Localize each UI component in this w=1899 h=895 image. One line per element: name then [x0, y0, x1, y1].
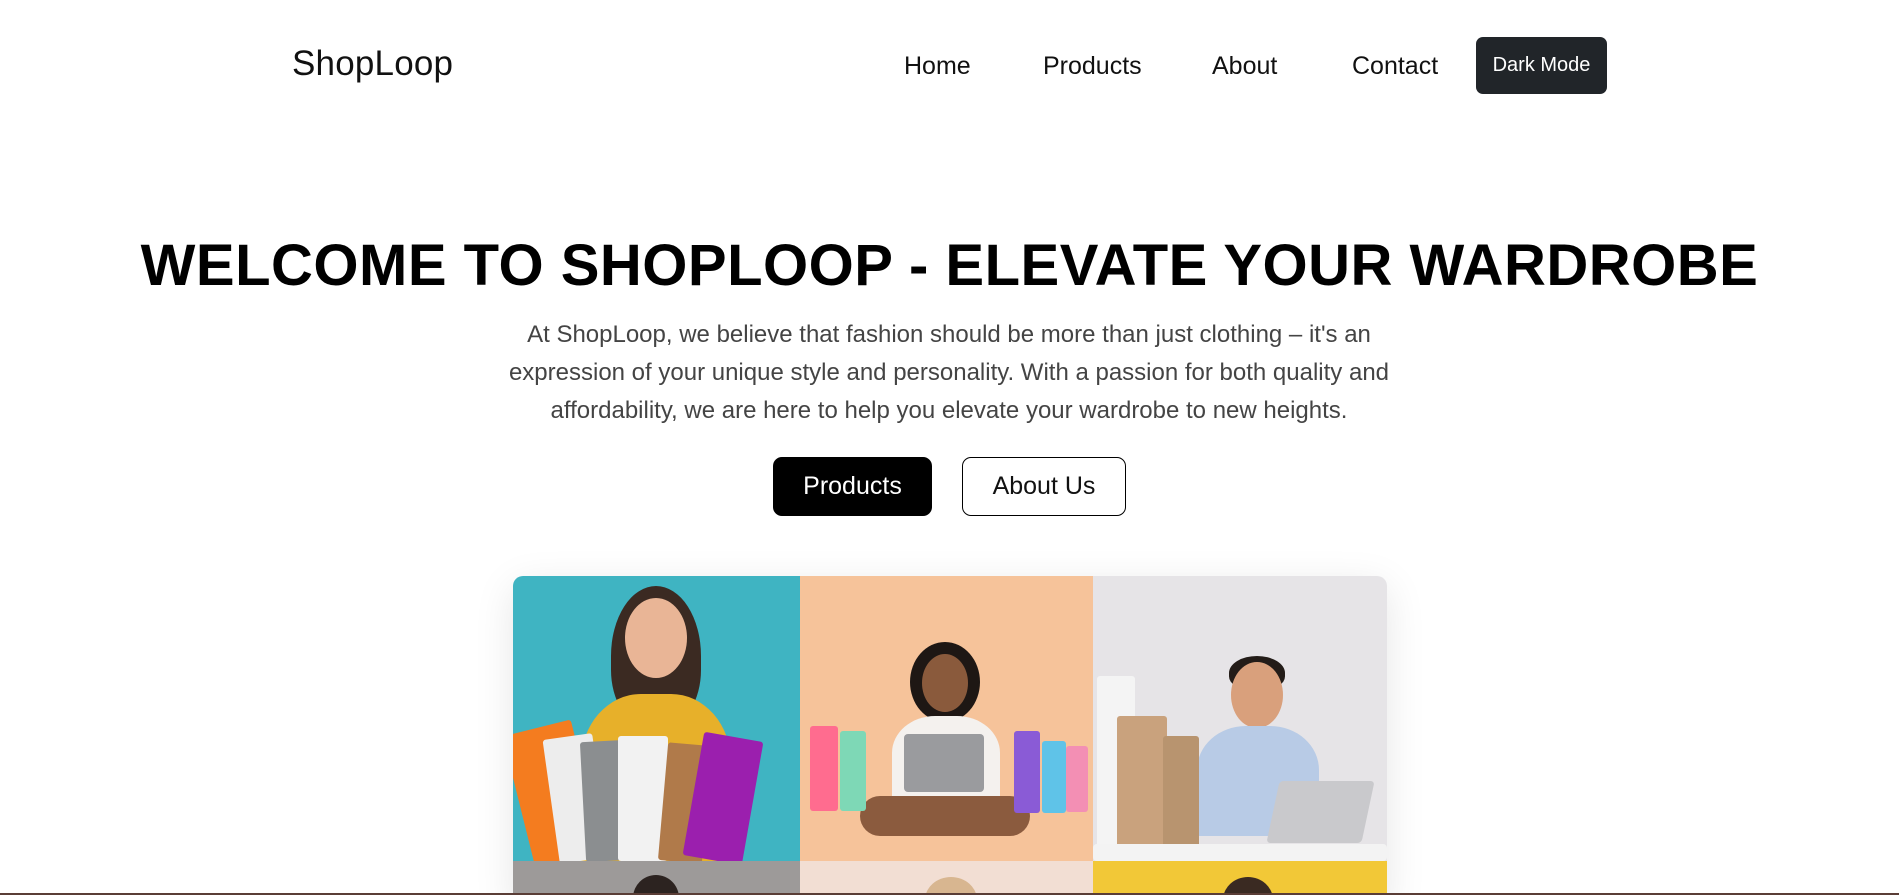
- hero-description: At ShopLoop, we believe that fashion sho…: [508, 321, 1390, 424]
- pink-bag-2: [1066, 746, 1088, 812]
- laptop-shape: [1266, 781, 1375, 843]
- desk-shape: [1093, 844, 1387, 861]
- mint-bag: [840, 731, 866, 811]
- blue-bag: [1042, 741, 1066, 813]
- brand-logo[interactable]: ShopLoop: [292, 44, 453, 84]
- about-us-button[interactable]: About Us: [962, 457, 1126, 516]
- nav-link-about[interactable]: About: [1212, 52, 1277, 81]
- laptop-shape: [904, 734, 984, 792]
- pink-bag: [810, 726, 838, 811]
- gallery-image-woman-shopping-bags: [513, 576, 800, 861]
- gallery-image-man-laptop: [1093, 576, 1387, 861]
- nav-link-home[interactable]: Home: [904, 52, 971, 81]
- gallery-image-partial-1: [513, 861, 800, 895]
- hero-image-grid: [513, 576, 1387, 895]
- hair-shape: [633, 875, 679, 895]
- products-button[interactable]: Products: [773, 457, 932, 516]
- face-shape: [1231, 662, 1283, 728]
- paper-bag-2: [1163, 736, 1199, 851]
- nav-link-products[interactable]: Products: [1043, 52, 1142, 81]
- face-shape: [922, 654, 968, 712]
- gallery-image-partial-2: [800, 861, 1093, 895]
- dark-mode-toggle[interactable]: Dark Mode: [1476, 37, 1607, 94]
- navbar: ShopLoop Home Products About Contact Dar…: [0, 0, 1899, 134]
- gallery-image-woman-laptop: [800, 576, 1093, 861]
- violet-bag: [1014, 731, 1040, 813]
- paper-bag: [1117, 716, 1167, 856]
- nav-link-contact[interactable]: Contact: [1352, 52, 1438, 81]
- face-shape: [625, 598, 687, 678]
- gallery-image-partial-3: [1093, 861, 1387, 895]
- page: ShopLoop Home Products About Contact Dar…: [0, 0, 1899, 895]
- legs-shape: [860, 796, 1030, 836]
- hero-title: WELCOME TO SHOPLOOP - ELEVATE YOUR WARDR…: [140, 233, 1759, 298]
